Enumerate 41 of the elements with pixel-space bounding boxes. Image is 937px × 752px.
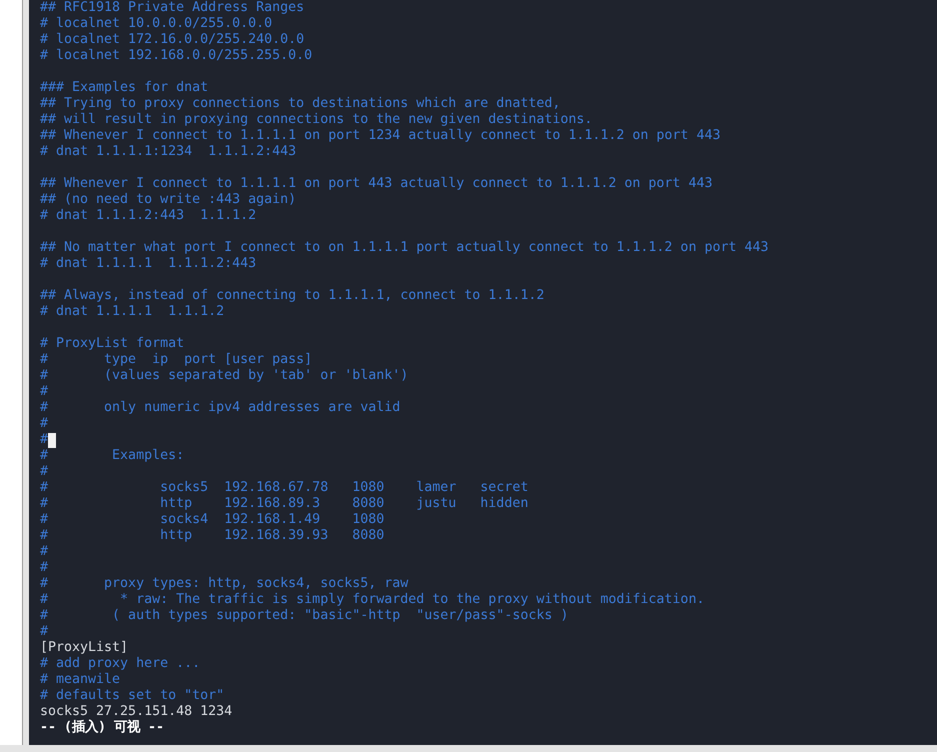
code-line: # ( auth types supported: "basic"-http "user/pass"-socks ): [40, 608, 568, 624]
code-line: #: [40, 544, 48, 560]
code-line: # Examples:: [40, 448, 184, 464]
code-line: ## Always, instead of connecting to 1.1.1.1, connect to 1.1.1.2: [40, 288, 544, 304]
code-line: ## Whenever I connect to 1.1.1.1 on port 1234 actually connect to 1.1.1.2 on port 443: [40, 128, 720, 144]
code-line: #: [40, 432, 48, 448]
code-line: #: [40, 560, 48, 576]
code-line: # localnet 10.0.0.0/255.0.0.0: [40, 16, 272, 32]
code-line: # ProxyList format: [40, 336, 184, 352]
code-line: # defaults set to "tor": [40, 688, 224, 704]
code-line: ## Whenever I connect to 1.1.1.1 on port 443 actually connect to 1.1.1.2 on port 443: [40, 176, 712, 192]
code-line: # localnet 192.168.0.0/255.255.0.0: [40, 48, 312, 64]
code-line: ## will result in proxying connections to the new given destinations.: [40, 112, 592, 128]
code-line: # dnat 1.1.1.2:443 1.1.1.2: [40, 208, 256, 224]
code-line: # dnat 1.1.1.1:1234 1.1.1.2:443: [40, 144, 296, 160]
code-line: # http 192.168.89.3 8080 justu hidden: [40, 496, 528, 512]
code-line: # add proxy here ...: [40, 656, 200, 672]
code-line: # localnet 172.16.0.0/255.240.0.0: [40, 32, 304, 48]
code-line: # dnat 1.1.1.1 1.1.1.2:443: [40, 256, 256, 272]
code-line: # dnat 1.1.1.1 1.1.1.2: [40, 304, 224, 320]
code-line: socks5 27.25.151.48 1234: [40, 704, 232, 720]
code-line: # * raw: The traffic is simply forwarded to the proxy without modification.: [40, 592, 704, 608]
code-line: # only numeric ipv4 addresses are valid: [40, 400, 400, 416]
code-line: # socks5 192.168.67.78 1080 lamer secret: [40, 480, 528, 496]
code-line: #: [40, 464, 48, 480]
code-line: # http 192.168.39.93 8080: [40, 528, 384, 544]
code-line: ## No matter what port I connect to on 1.1.1.1 port actually connect to 1.1.1.2 on port 443: [40, 240, 768, 256]
code-line: ## Trying to proxy connections to destinations which are dnatted,: [40, 96, 560, 112]
code-line: # meanwile: [40, 672, 120, 688]
code-line: #: [40, 624, 48, 640]
code-line: # type ip port [user pass]: [40, 352, 312, 368]
code-line: # socks4 192.168.1.49 1080: [40, 512, 384, 528]
code-line: ### Examples for dnat: [40, 80, 208, 96]
code-line: # (values separated by 'tab' or 'blank'): [40, 368, 408, 384]
code-line: [ProxyList]: [40, 640, 128, 656]
code-line: # proxy types: http, socks4, socks5, raw: [40, 576, 408, 592]
code-line: #: [40, 384, 48, 400]
code-line: ## (no need to write :443 again): [40, 192, 296, 208]
code-line: #: [40, 416, 48, 432]
mode-indicator: -- (插入) 可视 --: [40, 720, 164, 736]
code-line: ## RFC1918 Private Address Ranges: [40, 0, 304, 16]
